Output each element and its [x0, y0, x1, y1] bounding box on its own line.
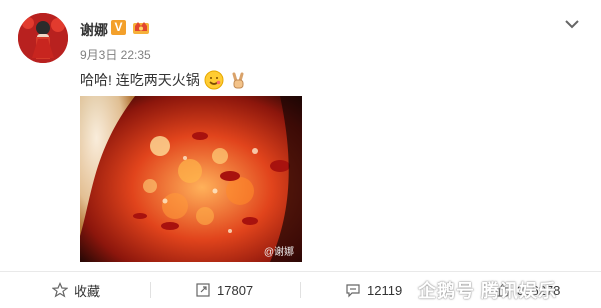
username[interactable]: 谢娜	[80, 20, 108, 40]
comment-count: 12119	[367, 282, 403, 298]
avatar[interactable]	[18, 13, 68, 63]
favorite-label: 收藏	[74, 283, 101, 299]
avatar-image	[18, 13, 68, 63]
post-time[interactable]: 9月3日 22:35	[80, 46, 151, 63]
weibo-post-card: 谢娜 V 9月3日 22:35 哈哈! 连吃两天火锅 @谢娜 收藏 17807 …	[0, 0, 601, 308]
hotpot-photo	[80, 96, 302, 262]
comment-button[interactable]: 12119	[345, 277, 402, 303]
chevron-down-icon[interactable]	[563, 15, 581, 33]
comment-icon	[346, 284, 360, 298]
actions-divider	[0, 271, 601, 272]
action-separator	[150, 282, 151, 298]
image-watermark: @谢娜	[263, 247, 294, 258]
crown-badge-icon[interactable]	[131, 17, 151, 37]
favorite-button[interactable]: 收藏	[52, 277, 100, 303]
post-text: 哈哈! 连吃两天火锅	[80, 69, 248, 91]
victory-hand-emoji-icon	[232, 72, 244, 89]
repost-icon	[196, 283, 210, 297]
star-icon	[52, 282, 68, 298]
post-text-content: 哈哈! 连吃两天火锅	[80, 72, 200, 88]
smile-emoji-icon	[204, 70, 224, 90]
repost-count: 17807	[217, 282, 254, 298]
post-image[interactable]: @谢娜	[80, 96, 302, 262]
repost-button[interactable]: 17807	[195, 277, 253, 303]
action-separator	[300, 282, 301, 298]
v-badge-icon: V	[111, 20, 126, 35]
corner-watermark: 企鹅号 腾讯娱乐	[418, 281, 558, 301]
